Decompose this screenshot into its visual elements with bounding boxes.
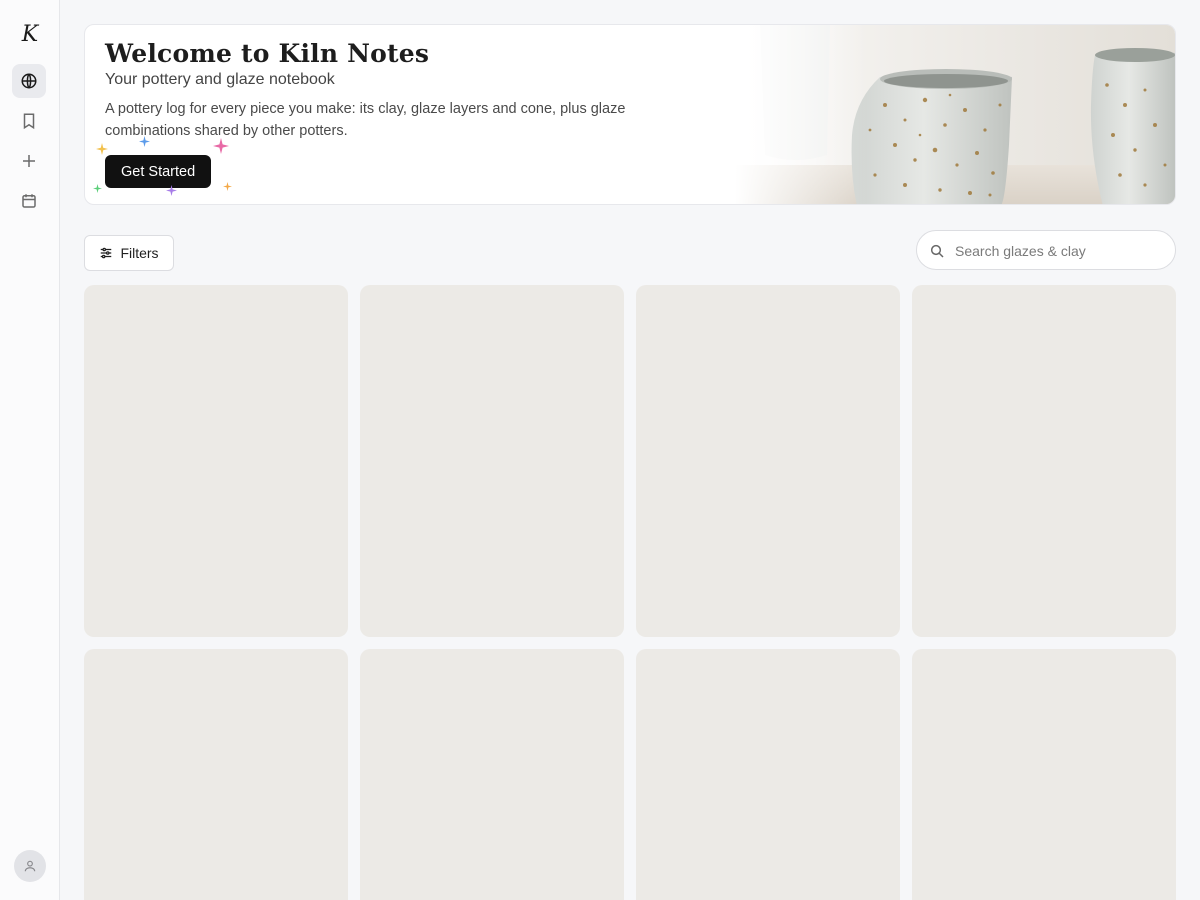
- card-placeholder[interactable]: [84, 285, 348, 637]
- avatar[interactable]: [14, 850, 46, 882]
- filters-button[interactable]: Filters: [84, 235, 174, 271]
- sidebar-item-add[interactable]: [12, 144, 46, 178]
- sidebar-item-saved[interactable]: [12, 104, 46, 138]
- app-logo[interactable]: K: [0, 20, 60, 50]
- user-icon: [24, 860, 36, 872]
- sidebar: K: [0, 0, 60, 900]
- card-placeholder[interactable]: [636, 649, 900, 900]
- card-placeholder[interactable]: [912, 285, 1176, 637]
- page-subtitle: Your pottery and glaze notebook: [105, 71, 335, 88]
- page-title: Welcome to Kiln Notes: [105, 39, 430, 68]
- sidebar-item-explore[interactable]: [12, 64, 46, 98]
- sparkle-icon: [93, 184, 102, 193]
- sparkle-icon: [139, 136, 150, 147]
- card-placeholder[interactable]: [912, 649, 1176, 900]
- sidebar-item-calendar[interactable]: [12, 184, 46, 218]
- card-placeholder[interactable]: [360, 649, 624, 900]
- card-placeholder[interactable]: [636, 285, 900, 637]
- sparkle-icon: [166, 185, 177, 196]
- bookmark-icon: [23, 113, 35, 130]
- sliders-icon: [101, 247, 112, 259]
- plus-icon: [23, 155, 35, 167]
- welcome-banner: Welcome to Kiln Notes Your pottery and g…: [84, 24, 1176, 205]
- card-placeholder[interactable]: [360, 285, 624, 637]
- sparkle-icon: [96, 143, 108, 155]
- card-placeholder[interactable]: [84, 649, 348, 900]
- pottery-cups-image: [735, 25, 1175, 204]
- get-started-button[interactable]: Get Started: [105, 155, 212, 188]
- sparkle-icon: [223, 182, 232, 191]
- filters-label: Filters: [120, 245, 159, 261]
- search-icon: [930, 244, 944, 258]
- search-box[interactable]: [916, 230, 1176, 270]
- sparkle-icon: [213, 138, 229, 154]
- calendar-icon: [22, 194, 36, 208]
- hero-description: A pottery log for every piece you make: …: [105, 101, 626, 139]
- search-input[interactable]: [955, 240, 1165, 262]
- globe-icon: [21, 73, 37, 89]
